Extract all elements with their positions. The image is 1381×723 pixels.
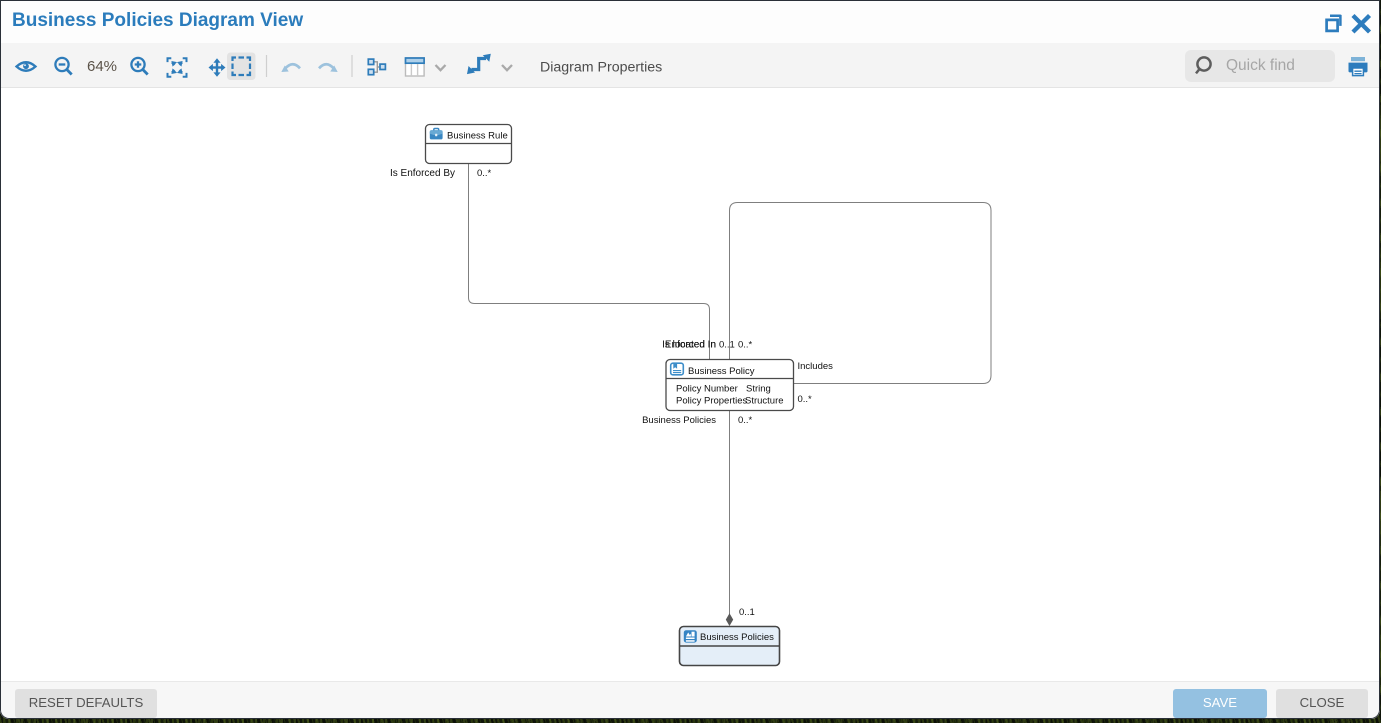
svg-text:Includes: Includes bbox=[798, 361, 834, 372]
svg-text:String: String bbox=[746, 384, 771, 395]
svg-text:Structure: Structure bbox=[745, 396, 784, 407]
svg-text:0..1: 0..1 bbox=[739, 607, 755, 618]
svg-text:0..*: 0..* bbox=[738, 415, 753, 426]
svg-text:Business Rule: Business Rule bbox=[447, 131, 508, 142]
svg-text:Is Enforced By: Is Enforced By bbox=[390, 168, 455, 179]
svg-text:Business Policies: Business Policies bbox=[642, 415, 716, 426]
svg-text:0..1: 0..1 bbox=[719, 340, 735, 351]
svg-text:Policy Properties: Policy Properties bbox=[676, 396, 748, 407]
svg-text:Business Policies: Business Policies bbox=[700, 632, 774, 643]
svg-text:Policy Number: Policy Number bbox=[676, 384, 738, 395]
svg-text:0..*: 0..* bbox=[798, 394, 813, 405]
svg-text:Is located In: Is located In bbox=[662, 340, 716, 351]
svg-text:Business Policy: Business Policy bbox=[688, 366, 755, 377]
svg-text:0..*: 0..* bbox=[477, 168, 492, 179]
svg-text:0..*: 0..* bbox=[738, 340, 753, 351]
